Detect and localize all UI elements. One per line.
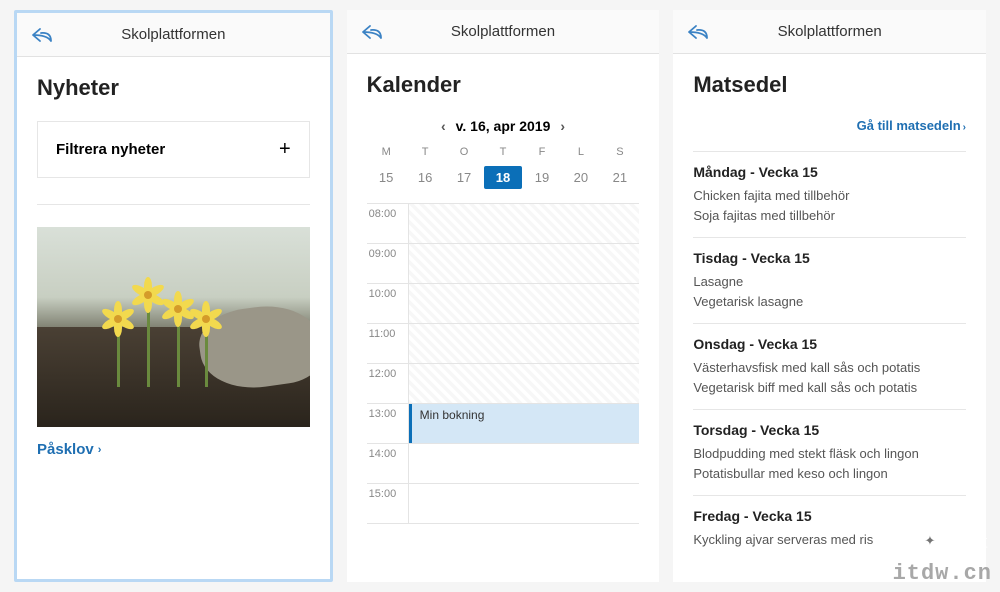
meal-item: Soja fajitas med tillbehör	[693, 206, 966, 226]
date-cell[interactable]: 16	[406, 166, 445, 189]
reply-arrow-icon	[361, 23, 385, 41]
reply-arrow-icon	[31, 26, 55, 44]
meal-item: Vegetarisk lasagne	[693, 292, 966, 312]
time-label: 15:00	[367, 484, 409, 523]
time-row: 08:00	[367, 204, 640, 244]
weekday-label: S	[600, 146, 639, 158]
chevron-right-icon: ›	[98, 444, 102, 456]
header-title: Skolplattformen	[347, 23, 660, 40]
time-slot[interactable]	[409, 324, 640, 363]
meal-day: Tisdag - Vecka 15 LasagneVegetarisk lasag…	[693, 237, 966, 323]
date-cell[interactable]: 15	[367, 166, 406, 189]
header: Skolplattformen	[347, 10, 660, 54]
header: Skolplattformen	[673, 10, 986, 54]
news-image[interactable]	[37, 227, 310, 427]
date-cell[interactable]: 18	[484, 166, 523, 189]
time-label: 12:00	[367, 364, 409, 403]
meal-item: Blodpudding med stekt fläsk och lingon	[693, 444, 966, 464]
time-row: 12:00	[367, 364, 640, 404]
time-slot[interactable]: Min bokning	[409, 404, 640, 443]
date-cell[interactable]: 19	[522, 166, 561, 189]
meal-item: Potatisbullar med keso och lingon	[693, 464, 966, 484]
screen-calendar: Skolplattformen Kalender ‹ v. 16, apr 20…	[347, 10, 660, 582]
meal-day: Onsdag - Vecka 15 Västerhavsfisk med kall…	[693, 323, 966, 409]
time-row: 13:00Min bokning	[367, 404, 640, 444]
wechat-icon: ✦	[917, 528, 943, 554]
meal-item: Vegetarisk biff med kall sås och potatis	[693, 378, 966, 398]
weekday-row: MTOTFLS	[367, 146, 640, 158]
weekday-label: L	[561, 146, 600, 158]
weekday-label: T	[484, 146, 523, 158]
back-button[interactable]	[687, 23, 711, 41]
meal-day-title: Måndag - Vecka 15	[693, 164, 966, 180]
time-row: 10:00	[367, 284, 640, 324]
reply-arrow-icon	[687, 23, 711, 41]
week-label: v. 16, apr 2019	[456, 118, 551, 134]
date-cell[interactable]: 17	[445, 166, 484, 189]
meal-item: Lasagne	[693, 272, 966, 292]
divider	[37, 204, 310, 205]
time-label: 11:00	[367, 324, 409, 363]
chevron-right-icon: ›	[963, 122, 966, 133]
time-slot[interactable]	[409, 364, 640, 403]
meal-day: Måndag - Vecka 15 Chicken fajita med till…	[693, 151, 966, 237]
date-row: 15161718192021	[367, 166, 640, 189]
weekday-label: O	[445, 146, 484, 158]
meal-day-title: Fredag - Vecka 15	[693, 508, 966, 524]
time-label: 09:00	[367, 244, 409, 283]
time-slot[interactable]	[409, 284, 640, 323]
weekday-label: F	[522, 146, 561, 158]
time-row: 11:00	[367, 324, 640, 364]
time-slot[interactable]	[409, 444, 640, 483]
meal-day-title: Torsdag - Vecka 15	[693, 422, 966, 438]
meal-day: Torsdag - Vecka 15 Blodpudding med stekt …	[693, 409, 966, 495]
header-title: Skolplattformen	[17, 26, 330, 43]
meal-day-title: Onsdag - Vecka 15	[693, 336, 966, 352]
time-row: 14:00	[367, 444, 640, 484]
watermark-source: ✦ 量子位	[917, 528, 988, 554]
filter-news-button[interactable]: Filtrera nyheter +	[37, 121, 310, 178]
time-label: 10:00	[367, 284, 409, 323]
filter-label: Filtrera nyheter	[56, 141, 165, 158]
time-label: 13:00	[367, 404, 409, 443]
plus-icon: +	[279, 138, 291, 161]
page-title: Kalender	[367, 72, 640, 98]
time-slot[interactable]	[409, 484, 640, 523]
date-cell[interactable]: 21	[600, 166, 639, 189]
calendar-week-nav: ‹ v. 16, apr 2019 ›	[367, 118, 640, 134]
meal-day-title: Tisdag - Vecka 15	[693, 250, 966, 266]
page-title: Matsedel	[693, 72, 966, 98]
meal-list: Måndag - Vecka 15 Chicken fajita med till…	[693, 151, 966, 562]
time-slot[interactable]	[409, 204, 640, 243]
time-slot[interactable]	[409, 244, 640, 283]
header-title: Skolplattformen	[673, 23, 986, 40]
back-button[interactable]	[361, 23, 385, 41]
calendar-event[interactable]: Min bokning	[409, 404, 640, 443]
prev-week-button[interactable]: ‹	[441, 118, 446, 134]
weekday-label: T	[406, 146, 445, 158]
screen-news: Skolplattformen Nyheter Filtrera nyheter…	[14, 10, 333, 582]
page-title: Nyheter	[37, 75, 310, 101]
time-row: 15:00	[367, 484, 640, 524]
watermark-url: itdw.cn	[893, 561, 992, 586]
weekday-label: M	[367, 146, 406, 158]
screen-meals: Skolplattformen Matsedel Gå till matsede…	[673, 10, 986, 582]
news-article-link[interactable]: Påsklov›	[37, 441, 310, 458]
date-cell[interactable]: 20	[561, 166, 600, 189]
header: Skolplattformen	[17, 13, 330, 57]
time-label: 08:00	[367, 204, 409, 243]
meal-item: Chicken fajita med tillbehör	[693, 186, 966, 206]
time-label: 14:00	[367, 444, 409, 483]
back-button[interactable]	[31, 26, 55, 44]
next-week-button[interactable]: ›	[560, 118, 565, 134]
goto-menu-link[interactable]: Gå till matsedeln›	[693, 118, 966, 133]
time-row: 09:00	[367, 244, 640, 284]
time-grid: 08:0009:0010:0011:0012:0013:00Min boknin…	[367, 203, 640, 524]
meal-item: Västerhavsfisk med kall sås och potatis	[693, 358, 966, 378]
